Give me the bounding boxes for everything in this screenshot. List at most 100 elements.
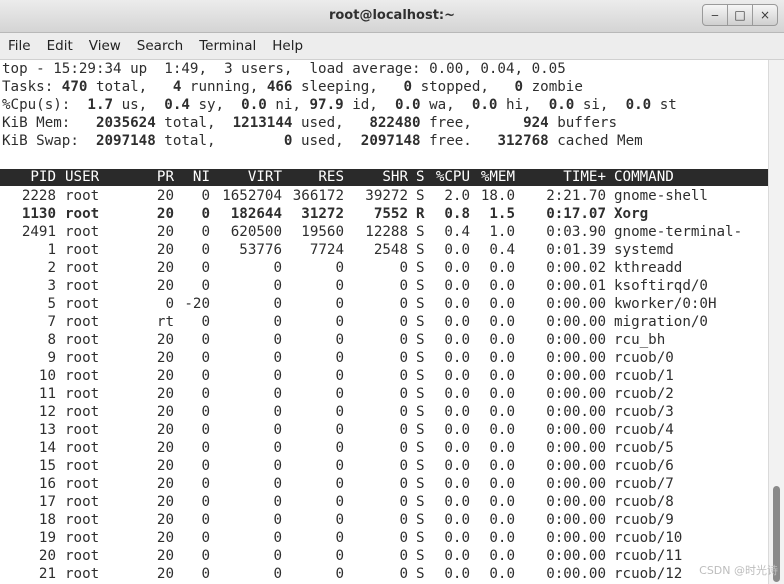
cell-user: root: [65, 566, 100, 582]
watermark: CSDN @时光诗: [699, 564, 778, 577]
cell-mem: 0.0: [489, 476, 515, 492]
cell-s: S: [416, 224, 425, 240]
cell-cpu: 0.8: [444, 206, 470, 222]
title-bar: root@localhost:~ ‒ □ ×: [0, 0, 784, 33]
col-ni: NI: [192, 169, 210, 185]
cell-virt: 0: [273, 278, 282, 294]
cell-shr: 0: [399, 332, 408, 348]
table-row: 13 root 20 0 0 0 0 S 0.0 0.0 0:00.00 rcuob/4: [0, 421, 768, 439]
cell-user: root: [65, 224, 100, 240]
menu-help[interactable]: Help: [264, 38, 311, 54]
cell-ni: 0: [201, 548, 210, 564]
cell-user: root: [65, 476, 100, 492]
cpu-wa: 0.0: [394, 97, 421, 113]
cell-shr: 2548: [373, 242, 408, 258]
cell-shr: 0: [399, 440, 408, 456]
cell-pid: 19: [38, 530, 56, 546]
cell-user: root: [65, 512, 100, 528]
cell-user: root: [65, 296, 100, 312]
cpu-hi: 0.0: [471, 97, 498, 113]
cell-pr: 20: [156, 548, 174, 564]
terminal-scrollbar[interactable]: [768, 60, 784, 584]
cell-mem: 0.4: [489, 242, 515, 258]
menu-edit[interactable]: Edit: [39, 38, 81, 54]
swap-cached: 312768: [497, 133, 549, 149]
cell-shr: 7552: [373, 206, 408, 222]
table-row: 12 root 20 0 0 0 0 S 0.0 0.0 0:00.00 rcuob/3: [0, 403, 768, 421]
mem-line: KiB Mem: 2035624 total, 1213144 used, 82…: [2, 115, 618, 131]
cell-virt: 0: [273, 314, 282, 330]
cell-mem: 0.0: [489, 512, 515, 528]
cell-user: root: [65, 188, 100, 204]
cell-mem: 0.0: [489, 404, 515, 420]
minimize-button[interactable]: ‒: [702, 4, 728, 26]
cell-mem: 0.0: [489, 530, 515, 546]
cell-cmd: kworker/0:0H: [614, 296, 717, 312]
menu-terminal[interactable]: Terminal: [191, 38, 264, 54]
cell-mem: 0.0: [489, 386, 515, 402]
cell-cpu: 0.0: [444, 530, 470, 546]
cell-pid: 12: [38, 404, 56, 420]
cell-cmd: rcu_bh: [614, 332, 666, 348]
menu-view[interactable]: View: [81, 38, 129, 54]
cell-mem: 0.0: [489, 260, 515, 276]
table-row: 3 root 20 0 0 0 0 S 0.0 0.0 0:00.01 ksoftirqd/0: [0, 277, 768, 295]
cell-mem: 0.0: [489, 314, 515, 330]
cell-cpu: 0.0: [444, 494, 470, 510]
cell-cmd: rcuob/11: [614, 548, 683, 564]
cpu-ni: 0.0: [241, 97, 267, 113]
cell-pid: 15: [38, 458, 56, 474]
cell-pid: 10: [38, 368, 56, 384]
menu-file[interactable]: File: [0, 38, 39, 54]
cell-ni: 0: [201, 386, 210, 402]
swap-total: 2097148: [95, 133, 156, 149]
cell-res: 0: [335, 296, 344, 312]
col-pr: PR: [156, 169, 174, 185]
terminal-output[interactable]: top - 15:29:34 up 1:49, 3 users, load av…: [0, 60, 768, 584]
cell-cmd: rcuob/3: [614, 404, 674, 420]
table-row: 16 root 20 0 0 0 0 S 0.0 0.0 0:00.00 rcuob/7: [0, 475, 768, 493]
cell-cmd: rcuob/10: [614, 530, 683, 546]
cell-virt: 0: [273, 548, 282, 564]
cell-ni: 0: [201, 494, 210, 510]
cell-ni: 0: [201, 206, 210, 222]
col-time: TIME+: [563, 169, 606, 185]
close-button[interactable]: ×: [752, 4, 778, 26]
cell-s: S: [416, 188, 425, 204]
cell-ni: 0: [201, 368, 210, 384]
cell-cmd: Xorg: [614, 206, 649, 222]
cell-s: R: [416, 206, 425, 222]
menu-search[interactable]: Search: [129, 38, 191, 54]
cell-time: 0:00.00: [546, 368, 606, 384]
cell-pr: 20: [156, 278, 174, 294]
cell-pid: 2228: [21, 188, 56, 204]
cell-res: 366172: [292, 188, 344, 204]
cell-cmd: kthreadd: [614, 260, 683, 276]
cell-pid: 14: [38, 440, 56, 456]
cell-pr: 20: [156, 368, 174, 384]
tasks-sleeping: 466: [266, 79, 293, 95]
maximize-button[interactable]: □: [727, 4, 753, 26]
cell-cpu: 0.0: [444, 368, 470, 384]
table-row: 10 root 20 0 0 0 0 S 0.0 0.0 0:00.00 rcuob/1: [0, 367, 768, 385]
cell-mem: 0.0: [489, 368, 515, 384]
cell-pid: 13: [38, 422, 56, 438]
cell-pr: 20: [156, 566, 174, 582]
cell-cmd: ksoftirqd/0: [614, 278, 708, 294]
cell-cmd: rcuob/5: [614, 440, 674, 456]
table-row: 9 root 20 0 0 0 0 S 0.0 0.0 0:00.00 rcuob/0: [0, 349, 768, 367]
cell-ni: 0: [201, 440, 210, 456]
col-virt: VIRT: [247, 169, 282, 185]
cell-pr: 20: [156, 188, 174, 204]
mem-buffers: 924: [523, 115, 549, 131]
cell-cmd: rcuob/7: [614, 476, 674, 492]
table-row: 5 root 0 -20 0 0 0 S 0.0 0.0 0:00.00 kworker/0:0H: [0, 295, 768, 313]
process-table-header: PID USER PR NI VIRT RES SHR S %CPU %MEM …: [0, 169, 768, 186]
cell-cpu: 0.0: [444, 314, 470, 330]
table-row: 2491 root 20 0 620500 19560 12288 S 0.4 1.0 0:03.9…: [0, 223, 768, 241]
cell-res: 0: [335, 440, 344, 456]
cell-s: S: [416, 278, 425, 294]
cell-user: root: [65, 440, 100, 456]
cpu-id: 97.9: [309, 97, 344, 113]
tasks-stopped: 0: [403, 79, 413, 95]
